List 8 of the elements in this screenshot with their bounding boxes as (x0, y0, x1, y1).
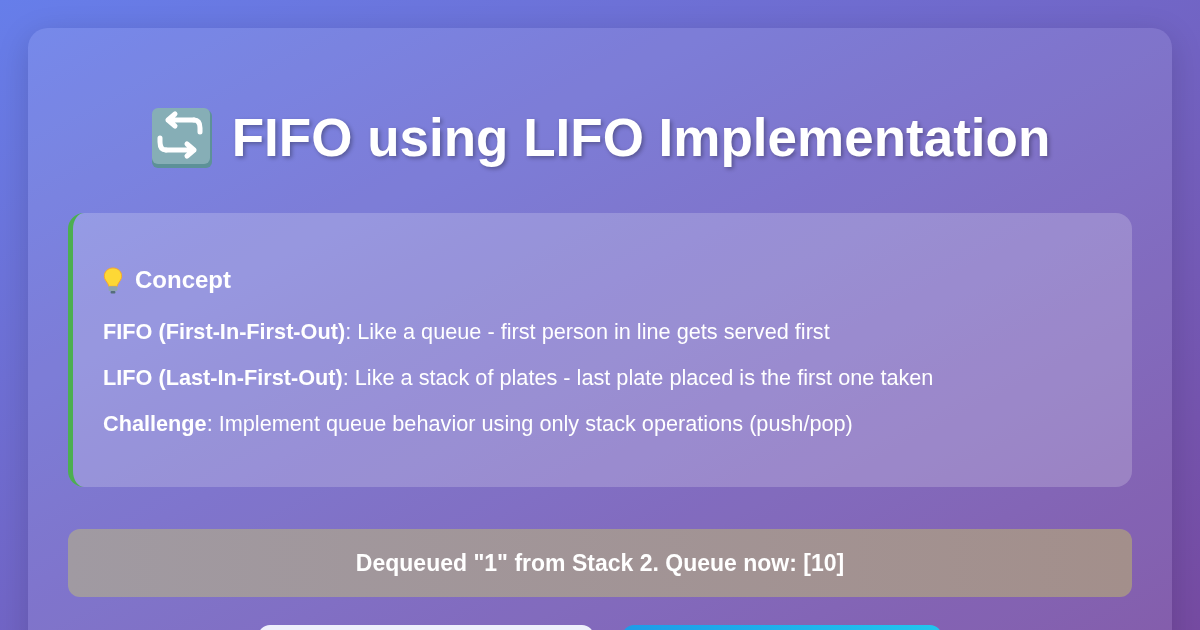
status-message: Dequeued "1" from Stack 2. Queue now: [10] (68, 529, 1132, 597)
concept-text: Challenge: Implement queue behavior using only stack operations (push/pop) (103, 411, 854, 437)
lightbulb-icon (103, 266, 123, 294)
repeat-arrows-icon (149, 106, 214, 170)
concept-text: LIFO (Last-In-First-Out): Like a stack of plates - last plate placed is the first one taken (103, 365, 935, 391)
concept-text: FIFO (First-In-First-Out): Like a queue - first person in line gets served first (103, 319, 831, 345)
concept-heading: Concept (135, 265, 231, 295)
page-title: FIFO using LIFO Implementation (231, 107, 1051, 169)
